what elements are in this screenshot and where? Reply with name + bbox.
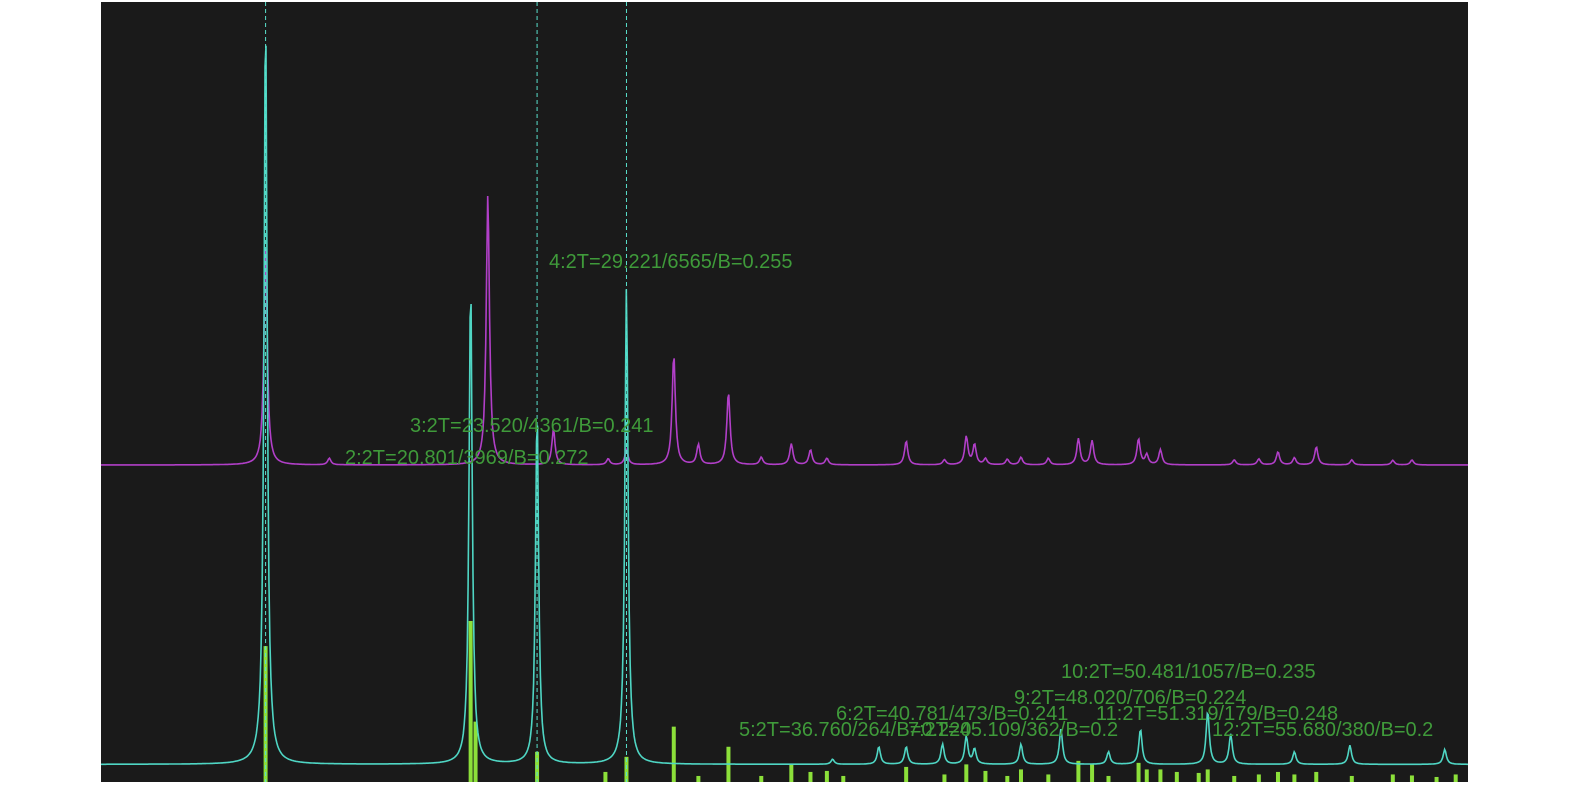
peak-bar-26: [1158, 769, 1163, 782]
peak-bar-24: [1136, 762, 1141, 782]
peak-bar-30: [1232, 775, 1237, 782]
peak-bar-5: [603, 771, 608, 782]
peak-label-4: 4:2T=29.221/6565/B=0.255: [549, 251, 793, 273]
peak-bar-17: [983, 770, 988, 782]
chart-canvas: 2:2T=20.801/3969/B=0.272 3:2T=23.520/436…: [101, 2, 1468, 782]
peak-bar-33: [1292, 774, 1297, 782]
peak-bar-34: [1314, 771, 1319, 782]
peak-bar-11: [808, 771, 813, 782]
peak-label-10: 10:2T=50.481/1057/B=0.235: [1061, 661, 1316, 683]
peak-bar-13: [841, 775, 846, 782]
peak-bar-16: [964, 764, 969, 782]
peak-bar-39: [1453, 774, 1458, 782]
peak-bar-23: [1106, 775, 1111, 782]
peak-bar-25: [1144, 769, 1149, 782]
peak-label-2: 2:2T=20.801/3969/B=0.272: [345, 447, 589, 469]
peak-bar-1: [468, 620, 473, 782]
peak-bar-28: [1196, 772, 1201, 782]
peak-bar-12: [824, 770, 829, 782]
xrd-pattern-chart: 2:2T=20.801/3969/B=0.272 3:2T=23.520/436…: [0, 0, 1575, 787]
peak-bar-37: [1409, 775, 1414, 782]
peak-bar-32: [1275, 771, 1280, 782]
peak-label-3: 3:2T=23.520/4361/B=0.241: [410, 415, 654, 437]
peak-bar-6: [671, 726, 676, 782]
peak-bar-36: [1390, 774, 1395, 782]
peak-bar-19: [1018, 769, 1023, 782]
peak-bar-9: [759, 775, 764, 782]
peak-bar-31: [1256, 774, 1261, 782]
peak-bar-22: [1090, 764, 1095, 782]
peak-bar-38: [1434, 776, 1439, 782]
peak-bar-10: [789, 764, 794, 782]
peak-bar-14: [904, 766, 909, 782]
peak-bar-35: [1349, 775, 1354, 782]
peak-label-12: 12:2T=55.680/380/B=0.2: [1212, 719, 1433, 741]
peak-bar-18: [1005, 775, 1010, 782]
peak-label-7: 7:2T=45.109/362/B=0.2: [908, 719, 1118, 741]
peak-bar-27: [1174, 771, 1179, 782]
peak-bar-20: [1046, 774, 1051, 782]
peak-bar-29: [1205, 769, 1210, 782]
peak-bar-15: [942, 774, 947, 782]
peak-bar-7: [696, 775, 701, 782]
